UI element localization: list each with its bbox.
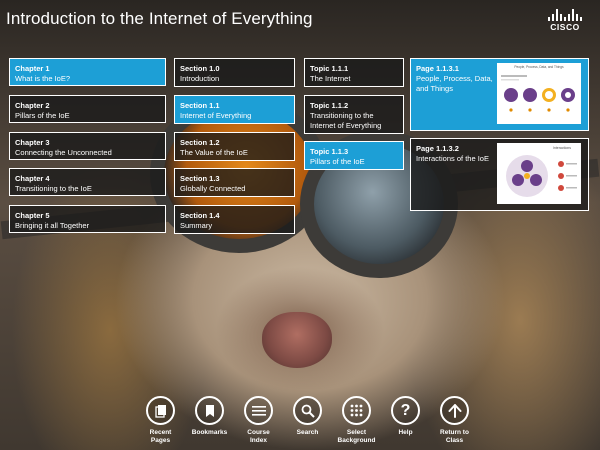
chapter-tile-2[interactable]: Chapter 2 Pillars of the IoE [9,95,166,123]
help-button[interactable]: ? Help [381,396,430,444]
topic-tile-1-1-3[interactable]: Topic 1.1.3 Pillars of the IoE [304,141,404,170]
section-code: Section 1.1 [180,101,220,110]
chapter-label: Transitioning to the IoE [15,184,92,193]
search-label: Search [296,429,319,436]
page-tile-1-1-3-2[interactable]: Page 1.1.3.2 Interactions of the IoE Int… [410,138,589,211]
chapter-code: Chapter 3 [15,138,50,147]
interactions-diagram-icon [506,155,577,197]
page-thumbnail: Interactions [497,143,581,204]
chapter-label: Pillars of the IoE [15,111,70,120]
cisco-logo-text: CISCO [550,22,580,32]
section-label: Internet of Everything [180,111,252,120]
topic-tile-1-1-1[interactable]: Topic 1.1.1 The Internet [304,58,404,87]
page-code: Page 1.1.3.1 [416,64,459,73]
select-background-label: Select Background [337,429,376,444]
chapter-code: Chapter 4 [15,174,50,183]
return-to-class-label: Return to Class [440,429,469,444]
section-label: Introduction [180,74,220,83]
bookmarks-label: Bookmarks [191,429,228,436]
bookmarks-button[interactable]: Bookmarks [185,396,234,444]
topic-code: Topic 1.1.2 [310,101,349,110]
section-code: Section 1.0 [180,64,220,73]
bottom-toolbar: Recent Pages Bookmarks Course Index Sear… [136,396,479,444]
help-label: Help [398,429,413,436]
return-to-class-button[interactable]: Return to Class [430,396,479,444]
bookmark-icon [195,396,224,425]
section-tile-1-2[interactable]: Section 1.2 The Value of the IoE [174,132,295,161]
topic-code: Topic 1.1.1 [310,64,349,73]
recent-pages-label: Recent Pages [149,429,172,444]
page-code: Page 1.1.3.2 [416,144,459,153]
chapter-label: What is the IoE? [15,74,71,83]
page-label: Interactions of the IoE [416,154,489,163]
course-index-icon [244,396,273,425]
chapter-code: Chapter 2 [15,101,50,110]
recent-pages-button[interactable]: Recent Pages [136,396,185,444]
select-background-button[interactable]: Select Background [332,396,381,444]
pillars-diagram-icon [501,75,575,112]
topic-label: Transitioning to the Internet of Everyth… [310,111,382,130]
topic-code: Topic 1.1.3 [310,147,349,156]
chapter-code: Chapter 1 [15,64,50,73]
section-code: Section 1.4 [180,211,220,220]
topic-tile-1-1-2[interactable]: Topic 1.1.2 Transitioning to the Interne… [304,95,404,134]
chapter-tile-5[interactable]: Chapter 5 Bringing it all Together [9,205,166,233]
section-tile-1-0[interactable]: Section 1.0 Introduction [174,58,295,87]
section-tile-1-3[interactable]: Section 1.3 Globally Connected [174,168,295,197]
chapter-label: Bringing it all Together [15,221,90,230]
course-title: Introduction to the Internet of Everythi… [6,9,313,28]
section-label: The Value of the IoE [180,148,248,157]
page-thumbnail: People, Process, Data, and Things [497,63,581,124]
chapter-tile-1[interactable]: Chapter 1 What is the IoE? [9,58,166,86]
search-button[interactable]: Search [283,396,332,444]
search-icon [293,396,322,425]
course-index-button[interactable]: Course Index [234,396,283,444]
grid-icon [342,396,371,425]
section-tile-1-1[interactable]: Section 1.1 Internet of Everything [174,95,295,124]
help-icon: ? [391,396,420,425]
topic-label: Pillars of the IoE [310,157,365,166]
section-label: Summary [180,221,213,230]
chapter-code: Chapter 5 [15,211,50,220]
recent-pages-icon [146,396,175,425]
chapter-tile-3[interactable]: Chapter 3 Connecting the Unconnected [9,132,166,160]
page-tile-1-1-3-1[interactable]: Page 1.1.3.1 People, Process, Data, and … [410,58,589,131]
section-code: Section 1.2 [180,138,220,147]
page-label: People, Process, Data, and Things [416,74,493,93]
course-index-label: Course Index [247,429,270,444]
arrow-up-icon [440,396,469,425]
section-tile-1-4[interactable]: Section 1.4 Summary [174,205,295,234]
topic-label: The Internet [310,74,351,83]
chapter-label: Connecting the Unconnected [15,148,112,157]
section-code: Section 1.3 [180,174,220,183]
cisco-logo: CISCO [545,9,585,32]
chapter-tile-4[interactable]: Chapter 4 Transitioning to the IoE [9,168,166,196]
section-label: Globally Connected [180,184,246,193]
